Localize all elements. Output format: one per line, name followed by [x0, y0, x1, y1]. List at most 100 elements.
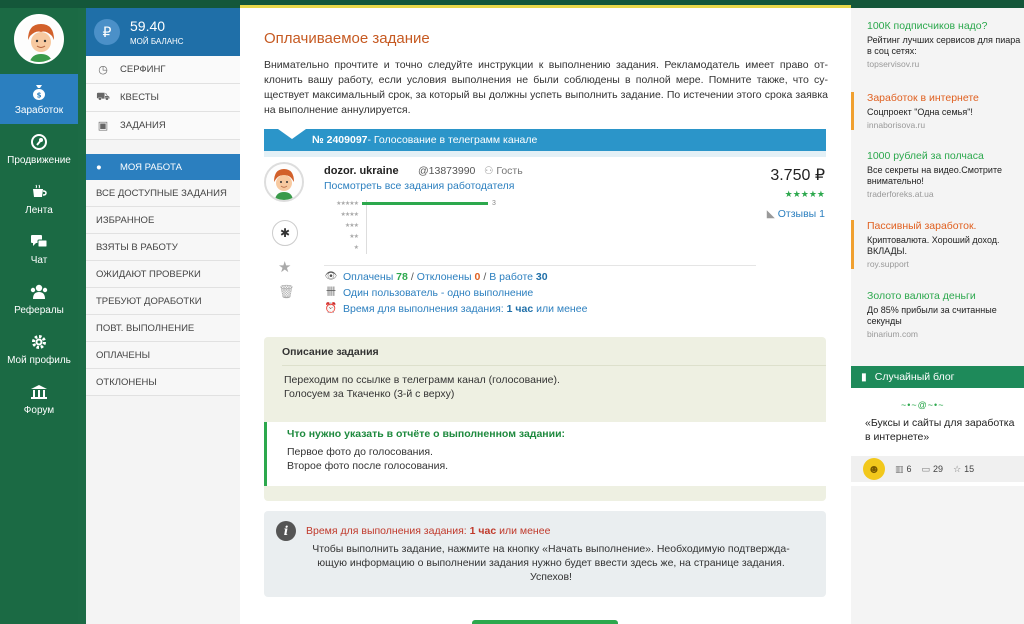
report-bug-icon[interactable]: ✱	[272, 220, 298, 246]
menu-item-rejected[interactable]: ОТКЛОНЕНЫ	[86, 369, 240, 396]
nav-label: Форум	[23, 404, 55, 416]
info-time: Время для выполнения задания: 1 час или …	[306, 525, 551, 537]
divider	[324, 265, 756, 266]
ad-block[interactable]: Пассивный заработок. Криптовалюта. Хорош…	[851, 220, 1024, 269]
ad-title[interactable]: Золото валюта деньги	[867, 290, 1024, 303]
blog-card[interactable]: ~•~@~•~ «Буксы и сайты для заработка в и…	[851, 388, 1024, 486]
stats-counts: 👁 Оплачены 78 /Отклонены 0 /В работе 30	[324, 271, 548, 283]
top-stripe	[0, 0, 1024, 8]
ad-title[interactable]: 100К подписчиков надо?	[867, 20, 1024, 33]
rating-row: ★★	[324, 231, 504, 242]
description-text: Переходим по ссылке в телеграмм канал (г…	[284, 374, 560, 400]
ad-url: innaborisova.ru	[867, 120, 926, 130]
ornament-icon: ~•~@~•~	[901, 400, 945, 410]
gear-icon	[29, 333, 49, 351]
nav-label: Заработок	[14, 104, 64, 116]
ad-block[interactable]: 1000 рублей за полчаса Все секреты на ви…	[851, 150, 1024, 199]
nav-item-referrals[interactable]: Рефералы	[0, 274, 78, 324]
advertiser-avatar[interactable]	[264, 162, 304, 202]
balance-amount: 59.40	[130, 18, 166, 34]
rating-row-stars: ★★★★★	[336, 201, 359, 207]
reviews-link[interactable]: ◣ Отзывы 1	[767, 208, 825, 220]
nav-item-profile[interactable]: Мой профиль	[0, 324, 78, 374]
nav-label: Рефералы	[14, 304, 64, 316]
nav-label: Лента	[25, 204, 53, 216]
menu-item-favorites[interactable]: ИЗБРАННОЕ	[86, 207, 240, 234]
balance-block[interactable]: ₽ 59.40 МОЙ БАЛАНС	[86, 8, 240, 56]
nav-item-earnings[interactable]: $ Заработок	[0, 74, 78, 124]
nav-item-forum[interactable]: Форум	[0, 374, 78, 424]
favorite-star-icon[interactable]: ★	[278, 258, 291, 276]
user-avatar[interactable]	[14, 14, 64, 64]
rocket-icon	[29, 133, 49, 151]
ad-url: roy.support	[867, 259, 909, 269]
report-title: Что нужно указать в отчёте о выполненном…	[287, 428, 566, 440]
stats-time: ⏰ Время для выполнения задания: 1 час ил…	[324, 303, 588, 315]
start-task-button[interactable]	[472, 620, 618, 624]
trash-icon[interactable]: 🗑	[278, 284, 295, 300]
menu-item-quests[interactable]: ⛟ КВЕСТЫ	[86, 84, 240, 112]
info-icon: i	[276, 521, 296, 541]
task-name: - Голосование в телеграмм канале	[367, 134, 538, 146]
page-title: Оплачиваемое задание	[264, 30, 430, 47]
rating-row: ★	[324, 242, 504, 253]
task-stats: 👁 Оплачены 78 /Отклонены 0 /В работе 30 …	[324, 269, 588, 317]
smiley-icon: ☻	[863, 458, 885, 480]
ad-text: Рейтинг лучших сервисов для пиара в соц …	[867, 35, 1021, 56]
advertiser-tasks-link[interactable]: Посмотреть все задания работодателя	[324, 180, 515, 192]
main-content: Оплачиваемое задание Внимательно прочтит…	[240, 8, 851, 624]
rating-row: ★★★★	[324, 209, 504, 220]
money-bag-icon: $	[29, 83, 49, 101]
menu-item-tasks[interactable]: ▣ ЗАДАНИЯ	[86, 112, 240, 140]
menu-section-my-work[interactable]: ● МОЯ РАБОТА	[86, 154, 240, 180]
clock-icon: ◷	[98, 64, 108, 76]
rating-row-stars: ★	[353, 245, 359, 251]
rating-row-stars: ★★	[349, 234, 359, 240]
stats-one-user: 卌 Один пользователь - одно выполнение	[326, 287, 534, 299]
ad-block[interactable]: Золото валюта деньги До 85% прибыли за с…	[851, 290, 1024, 339]
ad-block[interactable]: Заработок в интернете Соцпроект "Одна се…	[851, 92, 1024, 130]
nav-label: Продвижение	[7, 154, 71, 166]
task-number: № 2409097	[312, 134, 368, 146]
menu-item-need-rework[interactable]: ТРЕБУЮТ ДОРАБОТКИ	[86, 288, 240, 315]
ad-url: binarium.com	[867, 329, 919, 339]
comment-icon: ▭	[921, 463, 931, 474]
ad-text: До 85% прибыли за считанные секунды	[867, 305, 997, 326]
menu-item-in-work[interactable]: ВЗЯТЫ В РАБОТУ	[86, 234, 240, 261]
blog-footer: ☻ ▥ 6 ▭ 29 ☆ 15	[851, 456, 1024, 482]
blog-title[interactable]: «Буксы и сайты для заработка в интернете…	[865, 416, 1015, 444]
nav-item-feed[interactable]: Лента	[0, 174, 78, 224]
guest-icon: ⚇	[484, 165, 497, 177]
book-icon: ▥	[895, 463, 904, 474]
notch-decoration	[278, 129, 306, 139]
ad-url: topservisov.ru	[867, 59, 920, 69]
menu-item-awaiting-review[interactable]: ОЖИДАЮТ ПРОВЕРКИ	[86, 261, 240, 288]
user-icon: ●	[96, 161, 102, 173]
ad-title[interactable]: Заработок в интернете	[867, 92, 1024, 105]
menu-item-repeat[interactable]: ПОВТ. ВЫПОЛНЕНИЕ	[86, 315, 240, 342]
tally-icon: 卌	[326, 287, 336, 298]
posts-count: ▥ 6	[895, 463, 912, 475]
task-strip	[264, 151, 826, 157]
ad-block[interactable]: 100К подписчиков надо? Рейтинг лучших се…	[851, 20, 1024, 69]
rating-row: ★★★	[324, 220, 504, 231]
balance-label: МОЙ БАЛАНС	[130, 37, 184, 46]
briefcase-icon: ▣	[97, 120, 109, 132]
rating-breakdown: ★★★★★ 3 ★★★★ ★★★ ★★ ★	[324, 198, 504, 253]
ad-url: traderforeks.at.ua	[867, 189, 934, 199]
info-box: i Время для выполнения задания: 1 час ил…	[264, 511, 826, 597]
menu-item-all-tasks[interactable]: ВСЕ ДОСТУПНЫЕ ЗАДАНИЯ	[86, 180, 240, 207]
bank-icon	[29, 383, 49, 401]
nav-item-chat[interactable]: Чат	[0, 224, 78, 274]
advertiser-name[interactable]: dozor. ukraine	[324, 165, 399, 177]
menu-item-surfing[interactable]: ◷ СЕРФИНГ	[86, 56, 240, 84]
sub-menu: ₽ 59.40 МОЙ БАЛАНС ◷ СЕРФИНГ ⛟ КВЕСТЫ ▣ ЗАД…	[86, 8, 240, 624]
ad-title[interactable]: Пассивный заработок.	[867, 220, 1024, 233]
chat-icon	[29, 233, 49, 251]
report-text: Первое фото до голосования. Второе фото …	[287, 446, 449, 472]
ad-title[interactable]: 1000 рублей за полчаса	[867, 150, 1024, 163]
nav-label: Чат	[30, 254, 48, 266]
random-blog-header: ▮ Случайный блог	[851, 366, 1024, 388]
nav-item-promotion[interactable]: Продвижение	[0, 124, 78, 174]
menu-item-paid[interactable]: ОПЛАЧЕНЫ	[86, 342, 240, 369]
